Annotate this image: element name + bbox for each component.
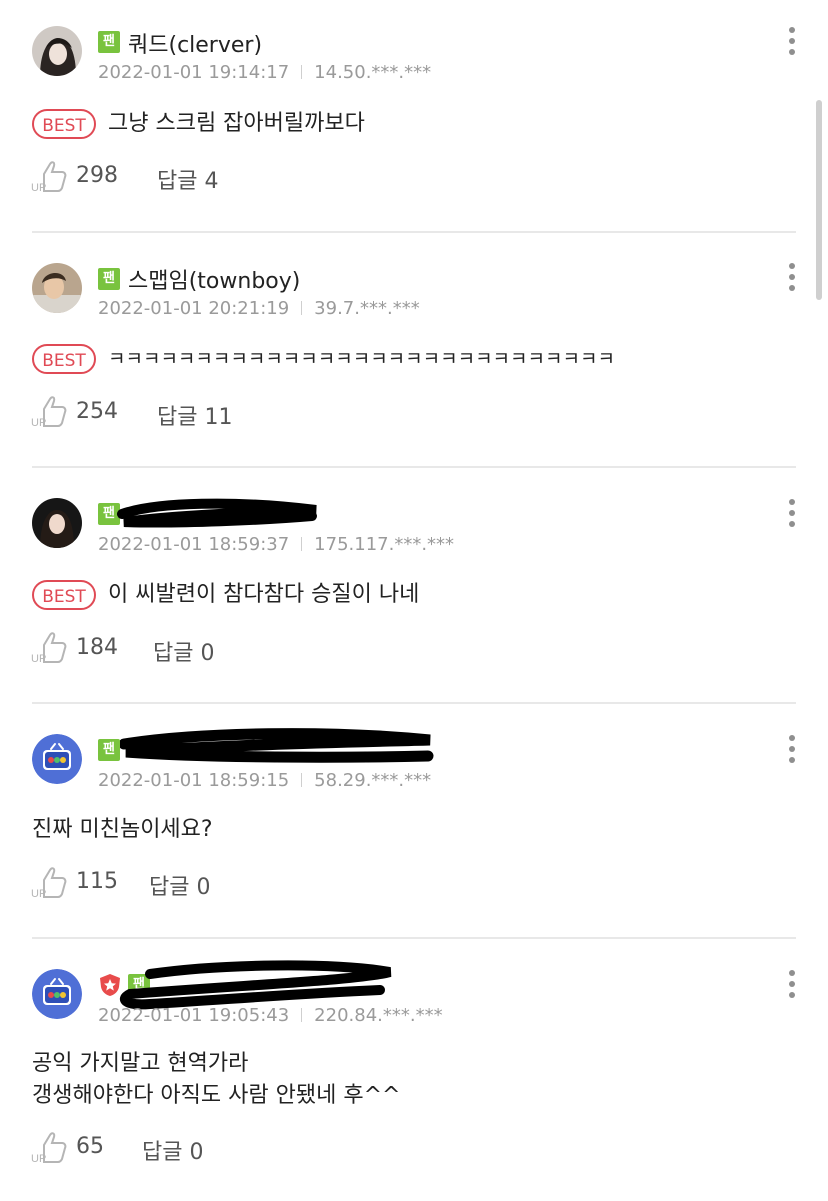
avatar[interactable]	[32, 26, 82, 76]
best-badge: BEST	[32, 109, 96, 139]
avatar[interactable]	[32, 734, 82, 784]
comment-text: 이 씨발련이 참다참다 승질이 나네	[108, 582, 420, 607]
meta-separator	[301, 773, 303, 787]
up-count: 184	[76, 635, 118, 660]
svg-text:UP: UP	[31, 417, 46, 429]
comment-meta: 2022-01-01 19:14:17 14.50.***.***	[98, 62, 431, 83]
thumbs-up-icon[interactable]: UP	[30, 158, 70, 194]
comment-text: ㅋㅋㅋㅋㅋㅋㅋㅋㅋㅋㅋㅋㅋㅋㅋㅋㅋㅋㅋㅋㅋㅋㅋㅋㅋㅋㅋㅋㅋ	[108, 348, 615, 370]
fan-badge: 팬	[98, 31, 120, 53]
svg-text:UP: UP	[31, 888, 46, 900]
reply-button[interactable]: 답글 0	[142, 1134, 203, 1166]
thumbs-up-icon[interactable]: UP	[30, 629, 70, 665]
scrollbar[interactable]	[816, 100, 822, 300]
svg-text:UP: UP	[31, 1153, 46, 1165]
divider	[32, 702, 796, 704]
up-count: 298	[76, 163, 118, 188]
comment-datetime: 2022-01-01 18:59:37	[98, 534, 290, 555]
divider	[32, 937, 796, 939]
comment-meta: 2022-01-01 19:05:43 220.84.***.***	[98, 1005, 443, 1026]
best-badge: BEST	[32, 344, 96, 374]
comment-ip: 58.29.***.***	[314, 770, 432, 791]
comment-text-line-1: 공익 가지말고 현역가라	[32, 1051, 249, 1076]
meta-separator	[301, 65, 303, 79]
comment-ip: 175.117.***.***	[314, 534, 455, 555]
reply-button[interactable]: 답글 11	[157, 399, 232, 431]
reply-button[interactable]: 답글 0	[149, 869, 210, 901]
meta-separator	[301, 537, 303, 551]
meta-separator	[301, 301, 303, 315]
reply-button[interactable]: 답글 4	[157, 163, 218, 195]
more-vertical-icon[interactable]	[784, 970, 800, 1000]
redaction-scribble	[120, 728, 434, 763]
best-badge: BEST	[32, 580, 96, 610]
reply-button[interactable]: 답글 0	[153, 635, 214, 667]
up-count: 254	[76, 399, 118, 424]
redaction-scribble	[119, 960, 392, 1010]
svg-text:UP: UP	[31, 182, 46, 194]
more-vertical-icon[interactable]	[784, 263, 800, 293]
fan-badge: 팬	[98, 268, 120, 290]
avatar[interactable]	[32, 969, 82, 1019]
comment-datetime: 2022-01-01 20:21:19	[98, 298, 290, 319]
divider	[32, 466, 796, 468]
avatar[interactable]	[32, 498, 82, 548]
fan-badge: 팬	[98, 739, 120, 761]
comment-datetime: 2022-01-01 19:05:43	[98, 1005, 290, 1026]
comment-ip: 220.84.***.***	[314, 1005, 443, 1026]
up-count: 115	[76, 869, 118, 894]
thumbs-up-icon[interactable]: UP	[30, 393, 70, 429]
comment-meta: 2022-01-01 18:59:15 58.29.***.***	[98, 770, 431, 791]
thumbs-up-icon[interactable]: UP	[30, 864, 70, 900]
comment-meta: 2022-01-01 20:21:19 39.7.***.***	[98, 298, 420, 319]
comment-ip: 14.50.***.***	[314, 62, 432, 83]
more-vertical-icon[interactable]	[784, 735, 800, 765]
nickname[interactable]: 스맵임(townboy)	[128, 263, 300, 295]
thumbs-up-icon[interactable]: UP	[30, 1129, 70, 1165]
more-vertical-icon[interactable]	[784, 27, 800, 57]
comment-text: 그냥 스크림 잡아버릴까보다	[108, 111, 365, 136]
comment-text: 진짜 미친놈이세요?	[32, 817, 213, 842]
avatar[interactable]	[32, 263, 82, 313]
svg-text:UP: UP	[31, 653, 46, 665]
redaction-scribble	[117, 498, 317, 528]
up-count: 65	[76, 1134, 104, 1159]
comment-ip: 39.7.***.***	[314, 298, 420, 319]
comment-meta: 2022-01-01 18:59:37 175.117.***.***	[98, 534, 454, 555]
divider	[32, 231, 796, 233]
comment-text-line-2: 갱생해야한다 아직도 사람 안됐네 후^^	[32, 1083, 401, 1108]
meta-separator	[301, 1008, 303, 1022]
nickname[interactable]: 쿼드(clerver)	[128, 27, 262, 59]
comment-datetime: 2022-01-01 18:59:15	[98, 770, 290, 791]
more-vertical-icon[interactable]	[784, 499, 800, 529]
comment-datetime: 2022-01-01 19:14:17	[98, 62, 290, 83]
